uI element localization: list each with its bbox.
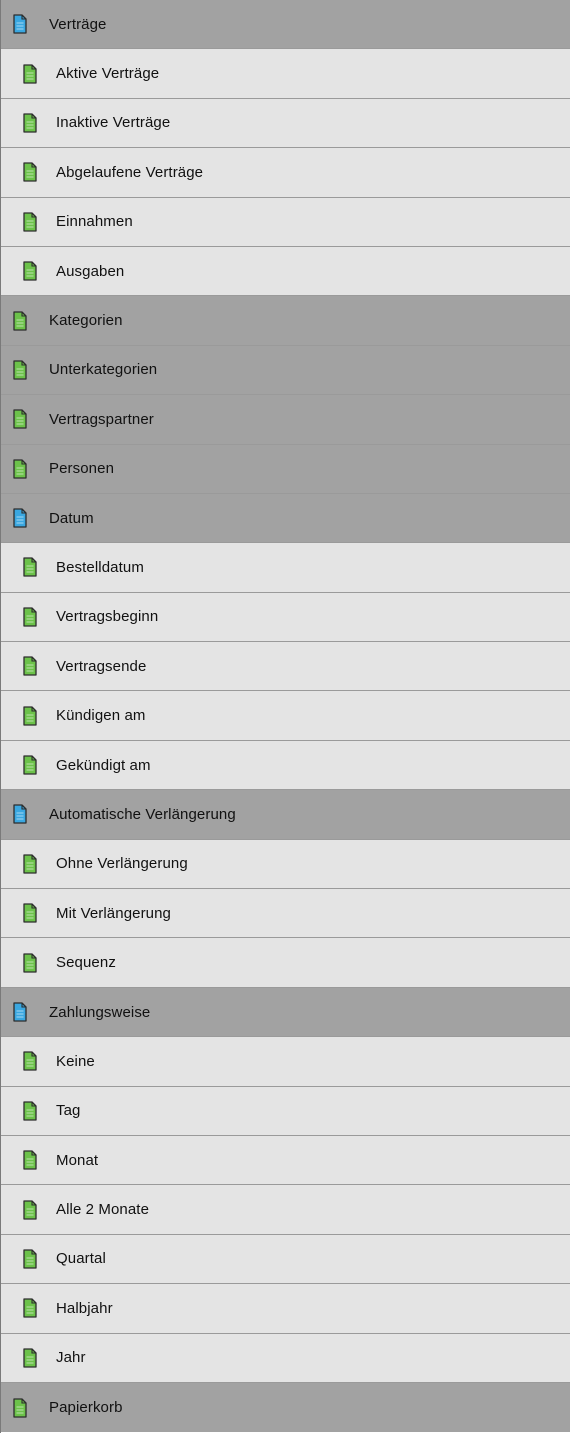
doc-icon bbox=[12, 310, 28, 331]
tree-item-label: Personen bbox=[49, 460, 115, 478]
tree-item-label: Gekündigt am bbox=[56, 756, 151, 774]
doc-icon bbox=[12, 409, 28, 429]
tree-item-keine[interactable]: Keine bbox=[1, 1037, 570, 1087]
doc-icon bbox=[12, 1397, 28, 1418]
tree-item-label: Kategorien bbox=[49, 312, 123, 330]
folder-doc-icon bbox=[12, 14, 28, 34]
tree-item-label: Keine bbox=[56, 1052, 95, 1070]
doc-icon bbox=[12, 360, 28, 380]
tree-item-label: Automatische Verlängerung bbox=[49, 805, 236, 823]
doc-icon bbox=[22, 1199, 38, 1220]
doc-icon bbox=[22, 1051, 38, 1072]
tree-item-alle-2-monate[interactable]: Alle 2 Monate bbox=[1, 1185, 570, 1235]
navigation-tree: Verträge Aktive Verträge Inaktive Verträge… bbox=[0, 0, 570, 1433]
tree-item-label: Aktive Verträge bbox=[56, 65, 160, 83]
tree-group-zahlungsweise[interactable]: Zahlungsweise bbox=[1, 987, 570, 1038]
doc-icon bbox=[22, 755, 38, 775]
tree-item-label: Vertragspartner bbox=[49, 410, 154, 428]
tree-item-label: Abgelaufene Verträge bbox=[56, 163, 204, 181]
doc-icon bbox=[22, 656, 38, 676]
tree-item-label: Mit Verlängerung bbox=[56, 904, 172, 922]
tree-item-label: Monat bbox=[56, 1151, 99, 1169]
tree-item-jahr[interactable]: Jahr bbox=[1, 1333, 570, 1383]
folder-doc-icon bbox=[12, 1002, 28, 1022]
doc-icon bbox=[22, 706, 38, 726]
tree-item-sequenz[interactable]: Sequenz bbox=[1, 938, 570, 988]
tree-item-aktive-vertrage[interactable]: Aktive Verträge bbox=[1, 49, 570, 99]
tree-item-label: Vertragsende bbox=[56, 657, 147, 675]
tree-item-tag[interactable]: Tag bbox=[1, 1086, 570, 1136]
doc-icon bbox=[12, 459, 28, 479]
tree-item-label: Alle 2 Monate bbox=[56, 1201, 150, 1219]
tree-item-kundigen-am[interactable]: Kündigen am bbox=[1, 691, 570, 741]
doc-icon bbox=[22, 557, 38, 578]
tree-item-mit-verlangerung[interactable]: Mit Verlängerung bbox=[1, 889, 570, 939]
tree-item-einnahmen[interactable]: Einnahmen bbox=[1, 197, 570, 247]
tree-item-label: Jahr bbox=[56, 1349, 86, 1367]
doc-icon bbox=[22, 1298, 38, 1318]
tree-item-label: Tag bbox=[56, 1102, 81, 1120]
doc-icon bbox=[22, 212, 38, 232]
doc-icon bbox=[22, 162, 38, 183]
tree-item-label: Papierkorb bbox=[49, 1399, 123, 1417]
tree-item-abgelaufene-vertrage[interactable]: Abgelaufene Verträge bbox=[1, 148, 570, 198]
tree-item-label: Ohne Verlängerung bbox=[56, 855, 188, 873]
tree-group-kategorien[interactable]: Kategorien bbox=[1, 296, 570, 346]
doc-icon bbox=[22, 903, 38, 923]
tree-item-ohne-verlangerung[interactable]: Ohne Verlängerung bbox=[1, 839, 570, 890]
doc-icon bbox=[22, 607, 38, 627]
doc-icon bbox=[22, 113, 38, 133]
tree-item-label: Vertragsbeginn bbox=[56, 608, 159, 626]
tree-item-label: Einnahmen bbox=[56, 213, 133, 231]
tree-group-vertragspartner[interactable]: Vertragspartner bbox=[1, 395, 570, 445]
tree-item-label: Ausgaben bbox=[56, 262, 125, 280]
folder-doc-icon bbox=[12, 508, 28, 528]
doc-icon bbox=[22, 1150, 38, 1170]
tree-item-label: Zahlungsweise bbox=[49, 1003, 151, 1021]
tree-group-automatische-verlangerung[interactable]: Automatische Verlängerung bbox=[1, 790, 570, 840]
tree-item-label: Quartal bbox=[56, 1250, 106, 1268]
tree-item-label: Inaktive Verträge bbox=[56, 114, 171, 132]
tree-item-label: Kündigen am bbox=[56, 707, 146, 725]
tree-item-vertragsende[interactable]: Vertragsende bbox=[1, 642, 570, 692]
tree-group-unterkategorien[interactable]: Unterkategorien bbox=[1, 345, 570, 396]
doc-icon bbox=[22, 854, 38, 874]
tree-item-vertragsbeginn[interactable]: Vertragsbeginn bbox=[1, 592, 570, 643]
doc-icon bbox=[22, 1101, 38, 1121]
tree-item-label: Datum bbox=[49, 509, 94, 527]
tree-item-inaktive-vertrage[interactable]: Inaktive Verträge bbox=[1, 98, 570, 149]
tree-group-datum[interactable]: Datum bbox=[1, 493, 570, 544]
doc-icon bbox=[22, 1348, 38, 1368]
folder-doc-icon bbox=[12, 804, 28, 825]
tree-item-halbjahr[interactable]: Halbjahr bbox=[1, 1284, 570, 1334]
tree-item-label: Sequenz bbox=[56, 954, 116, 972]
tree-item-quartal[interactable]: Quartal bbox=[1, 1234, 570, 1285]
tree-item-bestelldatum[interactable]: Bestelldatum bbox=[1, 543, 570, 593]
tree-item-label: Verträge bbox=[49, 15, 107, 33]
tree-item-monat[interactable]: Monat bbox=[1, 1135, 570, 1186]
doc-icon bbox=[22, 952, 38, 973]
doc-icon bbox=[22, 261, 38, 281]
tree-item-label: Bestelldatum bbox=[56, 558, 144, 576]
tree-item-label: Halbjahr bbox=[56, 1299, 113, 1317]
tree-group-vertrage[interactable]: Verträge bbox=[1, 0, 570, 50]
tree-item-gekundigt-am[interactable]: Gekündigt am bbox=[1, 740, 570, 791]
tree-group-personen[interactable]: Personen bbox=[1, 444, 570, 494]
doc-icon bbox=[22, 1249, 38, 1269]
tree-item-label: Unterkategorien bbox=[49, 361, 158, 379]
tree-item-ausgaben[interactable]: Ausgaben bbox=[1, 246, 570, 297]
tree-group-papierkorb[interactable]: Papierkorb bbox=[1, 1382, 570, 1433]
doc-icon bbox=[22, 63, 38, 84]
